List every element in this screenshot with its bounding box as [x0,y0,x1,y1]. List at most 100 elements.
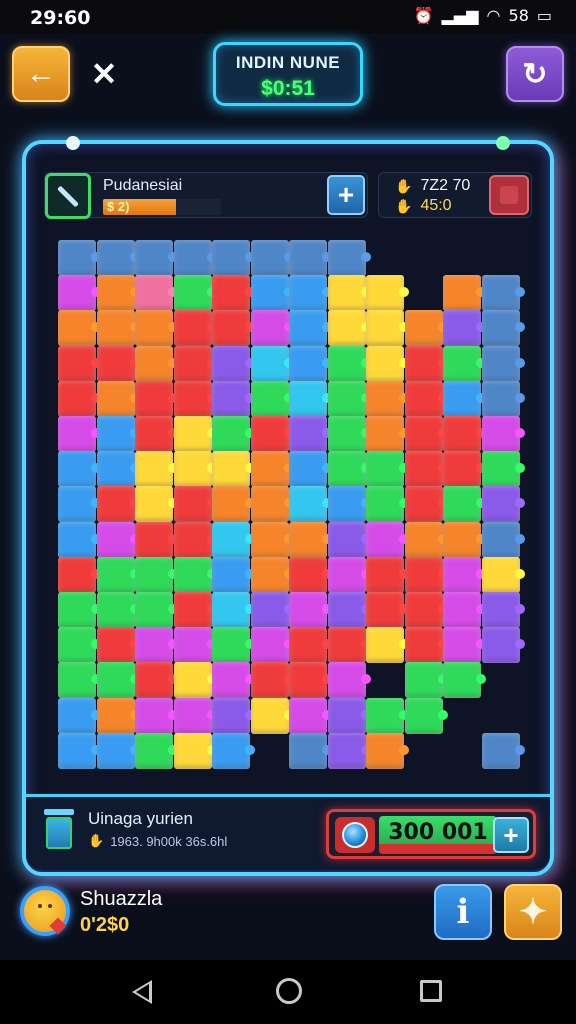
puzzle-piece[interactable] [366,627,404,664]
puzzle-piece[interactable] [443,275,481,312]
puzzle-piece[interactable] [327,521,366,558]
puzzle-piece[interactable] [289,662,327,699]
puzzle-piece[interactable] [289,345,327,382]
puzzle-piece[interactable] [250,662,289,699]
puzzle-piece[interactable] [250,380,289,417]
puzzle-piece[interactable] [327,451,366,488]
puzzle-piece[interactable] [327,310,366,347]
puzzle-piece[interactable] [250,627,289,664]
puzzle-piece[interactable] [481,592,520,628]
puzzle-piece[interactable] [481,486,520,523]
puzzle-piece[interactable] [135,486,173,523]
puzzle-piece[interactable] [443,451,481,488]
puzzle-piece[interactable] [327,486,366,523]
puzzle-piece[interactable] [404,627,443,664]
puzzle-piece[interactable] [404,556,443,593]
puzzle-piece[interactable] [250,486,289,523]
puzzle-piece[interactable] [96,627,135,664]
info-button[interactable]: i [434,884,492,940]
puzzle-piece[interactable] [327,697,366,734]
puzzle-piece[interactable] [481,345,520,382]
puzzle-piece[interactable] [443,345,481,382]
puzzle-piece[interactable] [289,627,327,664]
close-button[interactable]: ✕ [84,46,124,102]
puzzle-piece[interactable] [289,451,327,488]
puzzle-piece[interactable] [96,697,135,734]
puzzle-piece[interactable] [212,240,250,276]
puzzle-piece[interactable] [135,627,173,664]
puzzle-piece[interactable] [135,697,173,734]
puzzle-piece[interactable] [481,451,520,488]
refresh-button[interactable]: ↻ [506,46,564,102]
puzzle-piece[interactable] [96,345,135,382]
puzzle-piece[interactable] [96,732,135,769]
puzzle-piece[interactable] [404,521,443,558]
puzzle-piece[interactable] [289,521,327,558]
puzzle-piece[interactable] [327,275,366,312]
puzzle-piece[interactable] [250,697,289,734]
puzzle-piece[interactable] [443,486,481,523]
stop-button[interactable] [489,175,529,215]
puzzle-piece[interactable] [96,275,135,312]
tool-button[interactable] [45,173,91,219]
puzzle-piece[interactable] [250,451,289,488]
puzzle-piece[interactable] [58,556,96,593]
puzzle-piece[interactable] [250,416,289,452]
puzzle-piece[interactable] [173,662,212,699]
puzzle-piece[interactable] [173,451,212,488]
puzzle-piece[interactable] [135,662,173,699]
puzzle-piece[interactable] [481,521,520,558]
puzzle-piece[interactable] [481,416,520,452]
puzzle-piece[interactable] [404,310,443,347]
puzzle-piece[interactable] [96,416,135,452]
puzzle-piece[interactable] [173,486,212,523]
puzzle-piece[interactable] [212,275,250,312]
puzzle-piece[interactable] [173,380,212,417]
puzzle-piece[interactable] [443,416,481,452]
puzzle-piece[interactable] [404,697,443,734]
puzzle-piece[interactable] [173,592,212,628]
puzzle-piece[interactable] [366,697,404,734]
puzzle-piece[interactable] [289,697,327,734]
puzzle-piece[interactable] [212,310,250,347]
puzzle-piece[interactable] [289,380,327,417]
puzzle-piece[interactable] [212,486,250,523]
puzzle-piece[interactable] [250,556,289,593]
puzzle-piece[interactable] [212,416,250,452]
puzzle-piece[interactable] [96,240,135,276]
puzzle-piece[interactable] [212,592,250,628]
nav-home-icon[interactable] [276,978,302,1004]
puzzle-piece[interactable] [135,592,173,628]
puzzle-piece[interactable] [58,592,96,628]
puzzle-piece[interactable] [327,380,366,417]
puzzle-piece[interactable] [96,486,135,523]
puzzle-piece[interactable] [135,380,173,417]
puzzle-piece[interactable] [212,627,250,664]
puzzle-piece[interactable] [58,451,96,488]
puzzle-piece[interactable] [173,310,212,347]
puzzle-piece[interactable] [327,592,366,628]
puzzle-piece[interactable] [173,732,212,769]
puzzle-piece[interactable] [58,697,96,734]
puzzle-piece[interactable] [481,556,520,593]
puzzle-piece[interactable] [366,521,404,558]
puzzle-piece[interactable] [366,451,404,488]
nav-recent-icon[interactable] [420,980,442,1002]
puzzle-piece[interactable] [58,275,96,312]
puzzle-piece[interactable] [443,627,481,664]
puzzle-piece[interactable] [96,662,135,699]
puzzle-piece[interactable] [212,556,250,593]
puzzle-piece[interactable] [443,662,481,699]
puzzle-piece[interactable] [443,521,481,558]
puzzle-piece[interactable] [443,380,481,417]
puzzle-piece[interactable] [250,345,289,382]
puzzle-piece[interactable] [327,416,366,452]
puzzle-piece[interactable] [96,380,135,417]
puzzle-piece[interactable] [404,345,443,382]
puzzle-piece[interactable] [58,732,96,769]
puzzle-piece[interactable] [366,310,404,347]
puzzle-piece[interactable] [96,556,135,593]
puzzle-piece[interactable] [135,556,173,593]
puzzle-piece[interactable] [58,240,96,276]
puzzle-piece[interactable] [250,240,289,276]
